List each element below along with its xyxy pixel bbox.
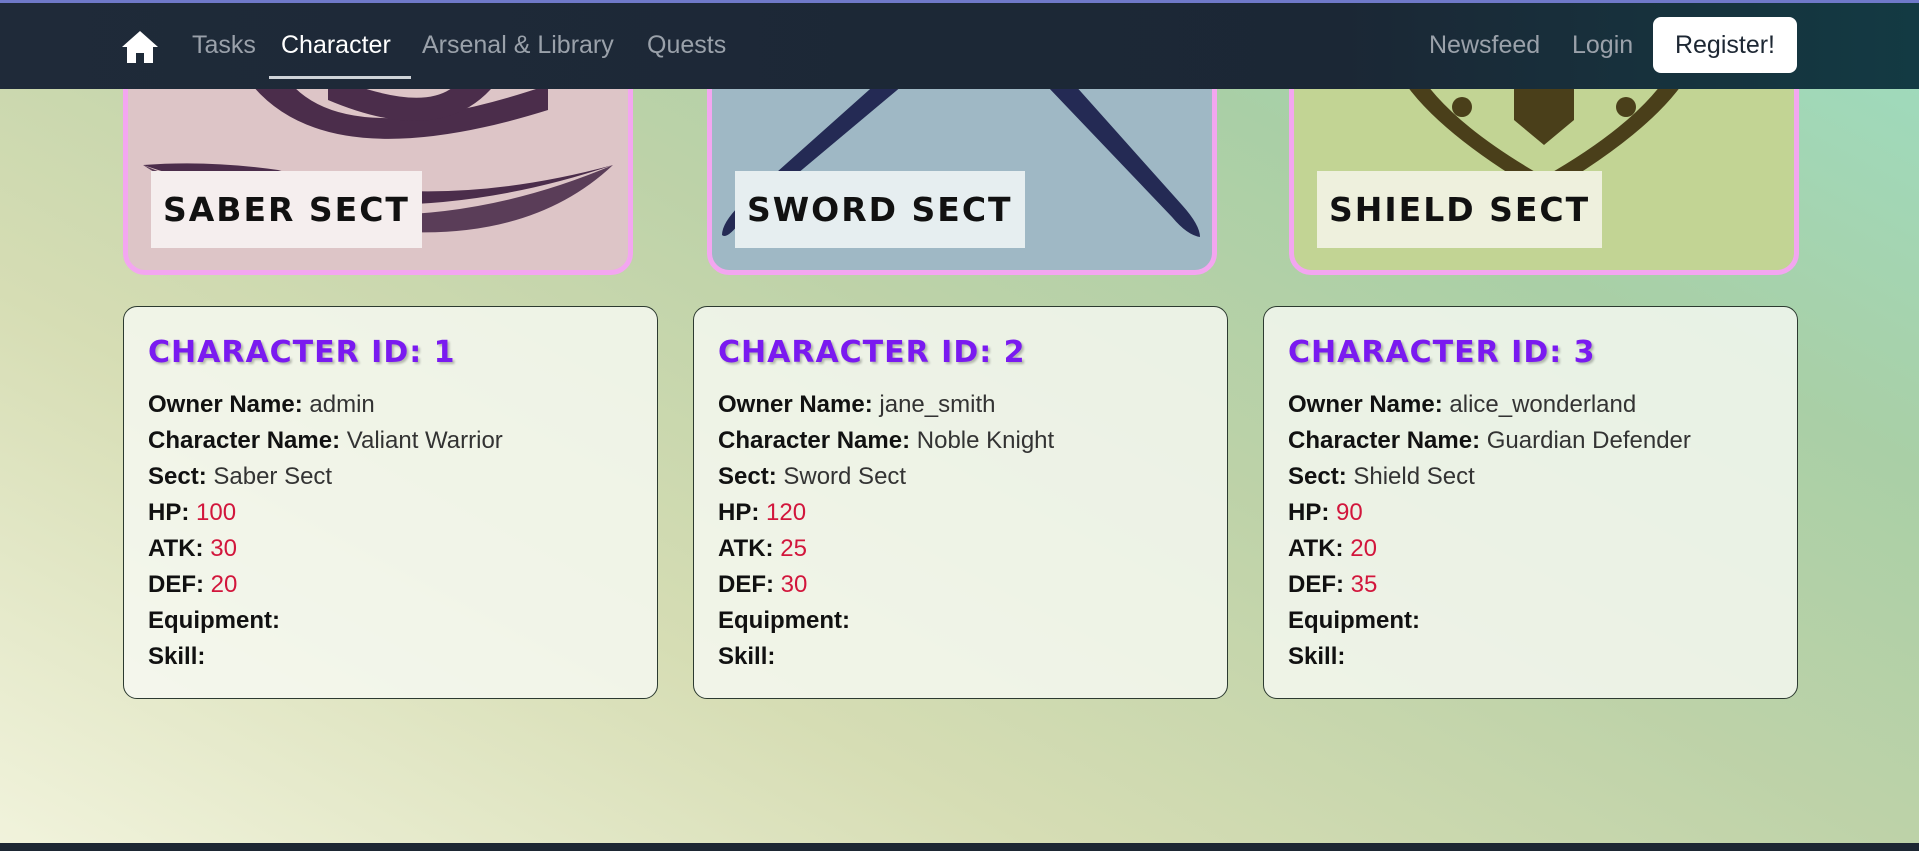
character-id-title: CHARACTER ID: 3 (1288, 335, 1596, 370)
atk-row: ATK: 20 (1288, 531, 1773, 567)
equipment-row: Equipment: (148, 603, 633, 639)
character-id-title: CHARACTER ID: 1 (148, 335, 456, 370)
sect-label: Sect: (1288, 463, 1347, 490)
footer-bar (0, 843, 1919, 851)
def-row: DEF: 35 (1288, 567, 1773, 603)
character-name-value: Valiant Warrior (346, 427, 503, 454)
character-name-row: Character Name: Guardian Defender (1288, 423, 1773, 459)
character-card: CHARACTER ID: 2 Owner Name: jane_smith C… (693, 306, 1228, 699)
hp-row: HP: 100 (148, 495, 633, 531)
navbar: Tasks Character Arsenal & Library Quests… (0, 3, 1919, 89)
hp-value: 100 (196, 499, 237, 526)
atk-value: 20 (1350, 535, 1377, 562)
character-name-row: Character Name: Valiant Warrior (148, 423, 633, 459)
nav-link-arsenal-library[interactable]: Arsenal & Library (422, 30, 614, 60)
atk-label: ATK: (148, 535, 204, 562)
sect-card-saber[interactable]: SABER SECT (123, 60, 633, 275)
character-name-label: Character Name: (718, 427, 911, 454)
def-row: DEF: 20 (148, 567, 633, 603)
nav-link-quests[interactable]: Quests (647, 30, 726, 60)
sect-row: Sect: Saber Sect (148, 459, 633, 495)
character-name-row: Character Name: Noble Knight (718, 423, 1203, 459)
atk-value: 25 (780, 535, 807, 562)
character-id-title: CHARACTER ID: 2 (718, 335, 1026, 370)
nav-link-newsfeed[interactable]: Newsfeed (1429, 30, 1540, 60)
def-label: DEF: (718, 571, 774, 598)
sect-row: Sect: Sword Sect (718, 459, 1203, 495)
atk-row: ATK: 25 (718, 531, 1203, 567)
character-card: CHARACTER ID: 3 Owner Name: alice_wonder… (1263, 306, 1798, 699)
atk-label: ATK: (718, 535, 774, 562)
skill-label: Skill: (1288, 643, 1346, 670)
sect-value: Sword Sect (783, 463, 907, 490)
owner-label: Owner Name: (1288, 391, 1443, 418)
top-accent-line (0, 0, 1919, 3)
character-card: CHARACTER ID: 1 Owner Name: admin Charac… (123, 306, 658, 699)
sect-card-shield[interactable]: SHIELD SECT (1289, 60, 1799, 275)
home-icon[interactable] (121, 29, 159, 65)
sect-label: Sect: (148, 463, 207, 490)
register-button[interactable]: Register! (1653, 17, 1797, 73)
owner-row: Owner Name: admin (148, 387, 633, 423)
equipment-label: Equipment: (1288, 607, 1420, 634)
sect-label: Sect: (718, 463, 777, 490)
active-tab-underline (269, 76, 411, 79)
character-name-value: Noble Knight (916, 427, 1055, 454)
def-label: DEF: (1288, 571, 1344, 598)
owner-label: Owner Name: (148, 391, 303, 418)
sect-label: SABER SECT (151, 171, 422, 248)
sect-value: Shield Sect (1353, 463, 1475, 490)
hp-row: HP: 90 (1288, 495, 1773, 531)
skill-row: Skill: (1288, 639, 1773, 675)
hp-value: 90 (1336, 499, 1363, 526)
def-label: DEF: (148, 571, 204, 598)
owner-value: jane_smith (879, 391, 996, 418)
def-value: 30 (780, 571, 808, 598)
nav-link-login[interactable]: Login (1572, 30, 1633, 60)
owner-row: Owner Name: jane_smith (718, 387, 1203, 423)
hp-label: HP: (148, 499, 190, 526)
character-name-label: Character Name: (1288, 427, 1481, 454)
sect-row: Sect: Shield Sect (1288, 459, 1773, 495)
hp-label: HP: (1288, 499, 1330, 526)
def-value: 35 (1350, 571, 1378, 598)
atk-value: 30 (210, 535, 237, 562)
atk-label: ATK: (1288, 535, 1344, 562)
equipment-label: Equipment: (718, 607, 850, 634)
sect-card-sword[interactable]: SWORD SECT (707, 60, 1217, 275)
skill-label: Skill: (148, 643, 206, 670)
sect-label: SHIELD SECT (1317, 171, 1603, 248)
hp-row: HP: 120 (718, 495, 1203, 531)
equipment-row: Equipment: (1288, 603, 1773, 639)
owner-label: Owner Name: (718, 391, 873, 418)
nav-link-character[interactable]: Character (281, 30, 391, 60)
skill-row: Skill: (718, 639, 1203, 675)
def-row: DEF: 30 (718, 567, 1203, 603)
character-name-label: Character Name: (148, 427, 341, 454)
owner-row: Owner Name: alice_wonderland (1288, 387, 1773, 423)
def-value: 20 (210, 571, 238, 598)
nav-link-tasks[interactable]: Tasks (192, 30, 256, 60)
atk-row: ATK: 30 (148, 531, 633, 567)
sect-value: Saber Sect (213, 463, 333, 490)
owner-value: admin (309, 391, 375, 418)
hp-label: HP: (718, 499, 760, 526)
hp-value: 120 (766, 499, 807, 526)
character-name-value: Guardian Defender (1486, 427, 1691, 454)
sect-label: SWORD SECT (735, 171, 1025, 248)
skill-row: Skill: (148, 639, 633, 675)
equipment-label: Equipment: (148, 607, 280, 634)
equipment-row: Equipment: (718, 603, 1203, 639)
skill-label: Skill: (718, 643, 776, 670)
owner-value: alice_wonderland (1449, 391, 1637, 418)
